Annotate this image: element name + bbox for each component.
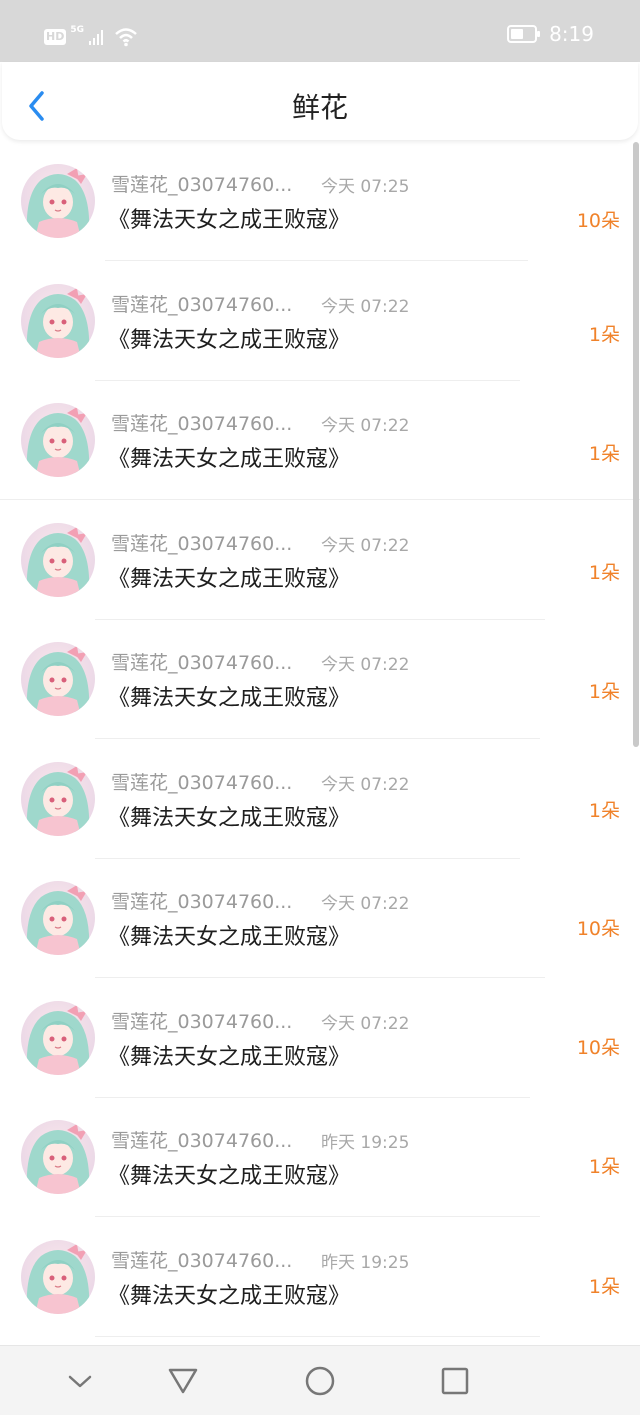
list-item[interactable]: 雪莲花_03074760... 今天 07:22 《舞法天女之成王败寇》 1朵 [0, 740, 640, 860]
gift-time: 今天 07:22 [321, 535, 410, 556]
sender-name: 雪莲花_03074760... [111, 174, 293, 196]
collapse-icon[interactable] [62, 1363, 98, 1399]
sender-name: 雪莲花_03074760... [111, 1130, 293, 1152]
gift-time: 今天 07:22 [321, 1013, 410, 1034]
clock: 8:19 [549, 22, 594, 46]
top-bar: 鲜花 [2, 62, 638, 140]
flower-count: 1朵 [588, 800, 620, 822]
list-item[interactable]: 雪莲花_03074760... 今天 07:22 《舞法天女之成王败寇》 1朵 [0, 620, 640, 740]
book-title[interactable]: 《舞法天女之成王败寇》 [108, 1158, 350, 1190]
avatar[interactable] [21, 881, 95, 955]
gift-time: 今天 07:25 [321, 177, 410, 197]
flower-count: 10朵 [576, 918, 620, 940]
book-title[interactable]: 《舞法天女之成王败寇》 [108, 1278, 350, 1310]
sender-name: 雪莲花_03074760... [111, 1010, 293, 1033]
status-bar: HD 5G 8:19 [0, 0, 640, 62]
flower-count: 1朵 [588, 1156, 620, 1178]
list-item[interactable]: 雪莲花_03074760... 今天 07:22 《舞法天女之成王败寇》 1朵 [0, 262, 640, 382]
book-title[interactable]: 《舞法天女之成王败寇》 [108, 680, 350, 712]
book-title[interactable]: 《舞法天女之成王败寇》 [108, 919, 350, 951]
flower-count: 10朵 [576, 1037, 620, 1059]
avatar[interactable] [21, 164, 95, 238]
avatar[interactable] [21, 761, 95, 836]
book-title[interactable]: 《舞法天女之成王败寇》 [108, 322, 350, 354]
page-title: 鲜花 [291, 91, 348, 124]
list-item[interactable]: 雪莲花_03074760... 今天 07:22 《舞法天女之成王败寇》 1朵 [0, 501, 640, 621]
avatar[interactable] [21, 283, 95, 358]
sender-name: 雪莲花_03074760... [111, 771, 293, 794]
home-circle-icon[interactable] [302, 1363, 338, 1399]
avatar[interactable] [21, 522, 95, 597]
avatar[interactable] [21, 1000, 95, 1075]
flower-count: 1朵 [588, 1276, 620, 1298]
row-divider [95, 1335, 540, 1337]
flower-count: 1朵 [588, 681, 620, 703]
wifi-icon [115, 28, 137, 47]
signal-icon [89, 30, 103, 45]
gift-time: 昨天 19:25 [321, 1252, 410, 1273]
gift-time: 昨天 19:25 [321, 1133, 410, 1153]
list-item[interactable]: 雪莲花_03074760... 昨天 19:25 《舞法天女之成王败寇》 1朵 [0, 1098, 640, 1218]
back-triangle-icon[interactable] [165, 1363, 201, 1399]
avatar[interactable] [21, 1120, 95, 1194]
network-type: 5G [70, 25, 84, 35]
sender-name: 雪莲花_03074760... [111, 293, 293, 316]
hd-badge: HD [44, 29, 67, 45]
sender-name: 雪莲花_03074760... [111, 652, 293, 674]
book-title[interactable]: 《舞法天女之成王败寇》 [108, 561, 350, 593]
gift-time: 今天 07:22 [321, 894, 410, 914]
list-item[interactable]: 雪莲花_03074760... 今天 07:22 《舞法天女之成王败寇》 10朵 [0, 979, 640, 1099]
list-item[interactable]: 雪莲花_03074760... 今天 07:22 《舞法天女之成王败寇》 1朵 [0, 381, 640, 501]
gift-time: 今天 07:22 [321, 774, 410, 795]
gift-time: 今天 07:22 [321, 655, 410, 675]
sender-name: 雪莲花_03074760... [111, 413, 293, 435]
book-title[interactable]: 《舞法天女之成王败寇》 [108, 800, 350, 832]
book-title[interactable]: 《舞法天女之成王败寇》 [108, 441, 350, 473]
sender-name: 雪莲花_03074760... [111, 1249, 293, 1272]
system-navbar [0, 1345, 640, 1415]
book-title[interactable]: 《舞法天女之成王败寇》 [108, 1039, 350, 1071]
recents-square-icon[interactable] [437, 1363, 473, 1399]
flower-count: 10朵 [576, 210, 620, 232]
list-item[interactable]: 雪莲花_03074760... 今天 07:22 《舞法天女之成王败寇》 10朵 [0, 859, 640, 979]
status-indicators: HD 5G [44, 24, 138, 50]
list-item[interactable]: 雪莲花_03074760... 昨天 19:25 《舞法天女之成王败寇》 1朵 [0, 1218, 640, 1338]
sender-name: 雪莲花_03074760... [111, 891, 293, 913]
avatar[interactable] [21, 403, 95, 477]
avatar[interactable] [21, 642, 95, 716]
flower-count: 1朵 [588, 324, 620, 346]
avatar[interactable] [21, 1239, 95, 1314]
battery-icon [507, 25, 541, 43]
status-right: 8:19 [507, 22, 594, 46]
book-title[interactable]: 《舞法天女之成王败寇》 [108, 202, 350, 234]
sender-name: 雪莲花_03074760... [111, 532, 293, 555]
flower-count: 1朵 [588, 562, 620, 584]
list-item[interactable]: 雪莲花_03074760... 今天 07:25 《舞法天女之成王败寇》 10朵 [0, 142, 640, 262]
gift-time: 今天 07:22 [321, 296, 410, 317]
scrollbar[interactable] [633, 142, 639, 747]
flower-count: 1朵 [588, 443, 620, 465]
gift-time: 今天 07:22 [321, 416, 410, 436]
